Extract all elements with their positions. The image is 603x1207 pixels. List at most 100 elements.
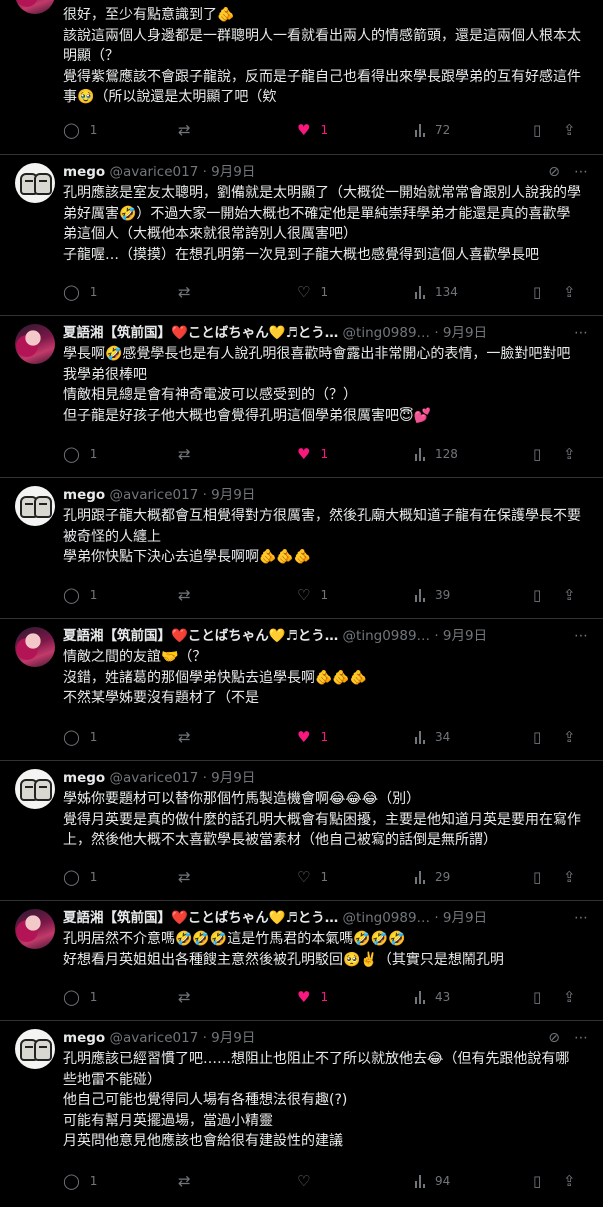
author-name[interactable]: 夏語湘【筑前国】❤️ことばちゃん💛♬とう… [63, 910, 338, 926]
bookmark-button[interactable]: ▯ [533, 987, 541, 1007]
reply-button[interactable]: ◯ 1 [63, 1171, 97, 1191]
author-name[interactable]: mego [63, 1030, 105, 1046]
views-button[interactable]: 29 [415, 867, 450, 887]
like-count: 1 [320, 870, 329, 884]
view-count: 34 [435, 730, 451, 744]
tweet[interactable]: 夏語湘【筑前国】❤️ことばちゃん💛♬とう… @ting0989… · 9月9日 … [0, 316, 603, 478]
bookmark-button[interactable]: ▯ [533, 585, 541, 605]
retweet-button[interactable]: ⇄ [178, 987, 191, 1007]
retweet-button[interactable]: ⇄ [178, 282, 191, 302]
like-button[interactable]: ♡ 1 [297, 867, 328, 887]
like-button[interactable]: ♡ 1 [297, 282, 328, 302]
share-icon: ⇪ [563, 868, 576, 886]
share-button[interactable]: ⇪ [563, 867, 576, 887]
author-handle-date[interactable]: @ting0989… · 9月9日 [343, 910, 488, 926]
author-name[interactable]: mego [63, 164, 105, 180]
like-button[interactable]: ♥ 1 [297, 120, 328, 140]
tweet[interactable]: mego @avarice017 · 9月9日 ⊘ ⋯ 孔明應該已經習慣了吧……想… [0, 1021, 603, 1207]
avatar[interactable] [15, 909, 55, 949]
grok-icon[interactable]: ⊘ [548, 1030, 560, 1046]
grok-icon[interactable]: ⊘ [548, 164, 560, 180]
views-icon [415, 588, 425, 602]
reply-icon: ◯ [63, 445, 80, 463]
share-button[interactable]: ⇪ [563, 282, 576, 302]
views-button[interactable]: 94 [415, 1171, 450, 1191]
retweet-icon: ⇄ [178, 1172, 191, 1190]
view-count: 134 [435, 285, 458, 299]
more-icon[interactable]: ⋯ [574, 910, 588, 926]
reply-icon: ◯ [63, 283, 80, 301]
share-button[interactable]: ⇪ [563, 727, 576, 747]
avatar[interactable] [15, 627, 55, 667]
avatar[interactable] [15, 769, 55, 809]
tweet[interactable]: mego @avarice017 · 9月9日 ⊘ ⋯ 孔明應該是室友太聰明，劉備… [0, 155, 603, 316]
avatar[interactable] [15, 1029, 55, 1069]
retweet-button[interactable]: ⇄ [178, 120, 191, 140]
bookmark-button[interactable]: ▯ [533, 867, 541, 887]
retweet-icon: ⇄ [178, 283, 191, 301]
bookmark-button[interactable]: ▯ [533, 120, 541, 140]
reply-button[interactable]: ◯ 1 [63, 120, 97, 140]
author-name[interactable]: 夏語湘【筑前国】❤️ことばちゃん💛♬とう… [63, 628, 338, 644]
heart-icon: ♡ [297, 1172, 311, 1190]
author-handle-date[interactable]: @avarice017 · 9月9日 [109, 1030, 255, 1046]
like-button[interactable]: ♡ [297, 1171, 310, 1191]
author-name[interactable]: mego [63, 487, 105, 503]
more-icon[interactable]: ⋯ [574, 1030, 588, 1046]
share-button[interactable]: ⇪ [563, 987, 576, 1007]
author-handle-date[interactable]: @avarice017 · 9月9日 [109, 487, 255, 503]
bookmark-button[interactable]: ▯ [533, 727, 541, 747]
views-button[interactable]: 34 [415, 727, 450, 747]
reply-button[interactable]: ◯ 1 [63, 867, 97, 887]
reply-button[interactable]: ◯ 1 [63, 585, 97, 605]
more-icon[interactable]: ⋯ [574, 628, 588, 644]
bookmark-button[interactable]: ▯ [533, 1171, 541, 1191]
tweet-header: mego @avarice017 · 9月9日 ⊘ ⋯ [63, 162, 588, 182]
views-button[interactable]: 39 [415, 585, 450, 605]
views-button[interactable]: 134 [415, 282, 458, 302]
tweet[interactable]: 很好，至少有點意識到了🫵 該說這兩個人身邊都是一群聰明人一看就看出兩人的情感箭頭… [0, 0, 603, 155]
views-button[interactable]: 128 [415, 444, 458, 464]
like-button[interactable]: ♥ 1 [297, 727, 328, 747]
bookmark-icon: ▯ [533, 728, 542, 746]
like-button[interactable]: ♡ 1 [297, 585, 328, 605]
bookmark-icon: ▯ [533, 445, 542, 463]
retweet-button[interactable]: ⇄ [178, 867, 191, 887]
tweet[interactable]: mego @avarice017 · 9月9日 學姊你要題材可以替你那個竹馬製造… [0, 761, 603, 901]
avatar[interactable] [15, 324, 55, 364]
bookmark-button[interactable]: ▯ [533, 282, 541, 302]
author-handle-date[interactable]: @ting0989… · 9月9日 [343, 325, 488, 341]
avatar[interactable] [15, 163, 55, 203]
reply-button[interactable]: ◯ 1 [63, 282, 97, 302]
like-button[interactable]: ♥ 1 [297, 987, 328, 1007]
retweet-button[interactable]: ⇄ [178, 727, 191, 747]
avatar[interactable] [15, 486, 55, 526]
retweet-button[interactable]: ⇄ [178, 444, 191, 464]
like-button[interactable]: ♥ 1 [297, 444, 328, 464]
tweet[interactable]: 夏語湘【筑前国】❤️ことばちゃん💛♬とう… @ting0989… · 9月9日 … [0, 619, 603, 761]
views-button[interactable]: 43 [415, 987, 450, 1007]
share-button[interactable]: ⇪ [563, 120, 576, 140]
avatar[interactable] [15, 0, 55, 14]
reply-button[interactable]: ◯ 1 [63, 444, 97, 464]
author-handle-date[interactable]: @avarice017 · 9月9日 [109, 770, 255, 786]
share-button[interactable]: ⇪ [563, 444, 576, 464]
reply-button[interactable]: ◯ 1 [63, 727, 97, 747]
tweet[interactable]: mego @avarice017 · 9月9日 孔明跟子龍大概都會互相覺得對方很… [0, 478, 603, 619]
reply-icon: ◯ [63, 868, 80, 886]
author-name[interactable]: mego [63, 770, 105, 786]
share-button[interactable]: ⇪ [563, 1171, 576, 1191]
more-icon[interactable]: ⋯ [574, 325, 588, 341]
tweet[interactable]: 夏語湘【筑前国】❤️ことばちゃん💛♬とう… @ting0989… · 9月9日 … [0, 901, 603, 1021]
author-handle-date[interactable]: @ting0989… · 9月9日 [343, 628, 488, 644]
reply-button[interactable]: ◯ 1 [63, 987, 97, 1007]
share-button[interactable]: ⇪ [563, 585, 576, 605]
views-button[interactable]: 72 [415, 120, 450, 140]
retweet-button[interactable]: ⇄ [178, 1171, 191, 1191]
author-handle-date[interactable]: @avarice017 · 9月9日 [109, 164, 255, 180]
author-name[interactable]: 夏語湘【筑前国】❤️ことばちゃん💛♬とう… [63, 325, 338, 341]
retweet-button[interactable]: ⇄ [178, 585, 191, 605]
more-icon[interactable]: ⋯ [574, 164, 588, 180]
bookmark-button[interactable]: ▯ [533, 444, 541, 464]
tweet-header: 夏語湘【筑前国】❤️ことばちゃん💛♬とう… @ting0989… · 9月9日 … [63, 626, 588, 646]
